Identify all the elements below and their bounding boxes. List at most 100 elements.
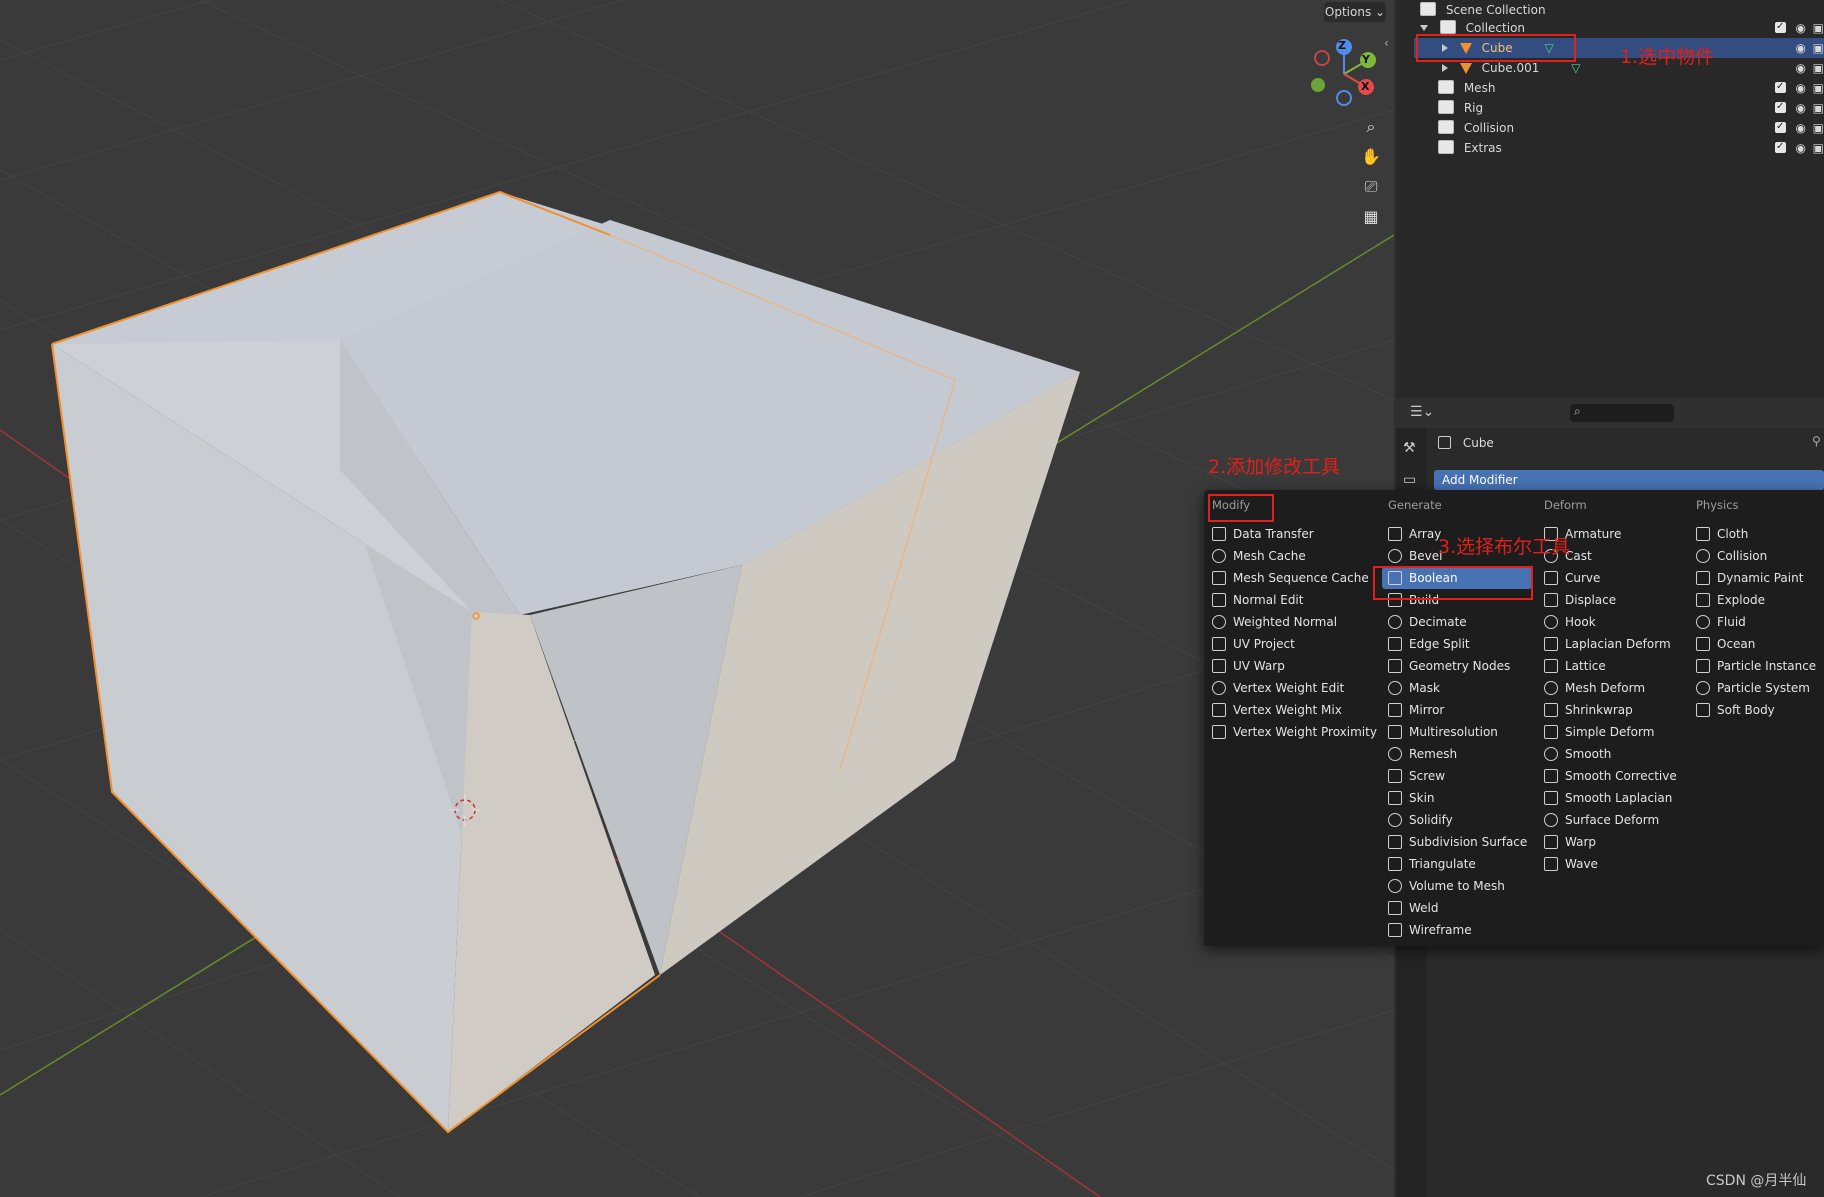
menu-item-screw[interactable]: Screw: [1382, 765, 1532, 787]
checkbox-icon[interactable]: [1775, 77, 1786, 97]
eye-icon[interactable]: ◉: [1796, 98, 1806, 118]
menu-item-triangulate[interactable]: Triangulate: [1382, 853, 1532, 875]
3d-viewport[interactable]: Options ⌄ ‹ Z Y X ⌕ ✋ ⎚ ▦: [0, 0, 1394, 1197]
menu-item-label: Simple Deform: [1565, 725, 1655, 739]
checkbox-icon[interactable]: [1775, 97, 1786, 117]
camera-icon[interactable]: ▣: [1813, 118, 1824, 138]
camera-icon[interactable]: ▣: [1813, 78, 1824, 98]
checkbox-icon[interactable]: [1775, 117, 1786, 137]
menu-item-soft-body[interactable]: Soft Body: [1690, 699, 1814, 721]
menu-item-uv-warp[interactable]: UV Warp: [1206, 655, 1366, 677]
navigation-gizmo[interactable]: [1304, 36, 1394, 110]
menu-item-label: Normal Edit: [1233, 593, 1304, 607]
annotation-step2: 2.添加修改工具: [1208, 456, 1341, 478]
render-tab-icon[interactable]: ▭: [1403, 472, 1416, 488]
menu-item-simple-deform[interactable]: Simple Deform: [1538, 721, 1686, 743]
camera-view-icon[interactable]: ⎚: [1358, 174, 1384, 200]
outliner-row-rig[interactable]: Rig ◉ ▣: [1438, 97, 1824, 118]
camera-icon[interactable]: ▣: [1813, 18, 1824, 38]
menu-item-decimate[interactable]: Decimate: [1382, 611, 1532, 633]
eye-icon[interactable]: ◉: [1796, 78, 1806, 98]
menu-item-mirror[interactable]: Mirror: [1382, 699, 1532, 721]
menu-item-label: Decimate: [1409, 615, 1467, 629]
menu-item-label: Armature: [1565, 527, 1622, 541]
pin-icon[interactable]: ⚲: [1812, 434, 1821, 448]
outliner-row-extras[interactable]: Extras ◉ ▣: [1438, 137, 1824, 158]
menu-item-laplacian-deform[interactable]: Laplacian Deform: [1538, 633, 1686, 655]
menu-item-vertex-weight-mix[interactable]: Vertex Weight Mix: [1206, 699, 1366, 721]
menu-item-solidify[interactable]: Solidify: [1382, 809, 1532, 831]
volume-to-mesh-icon: [1388, 879, 1402, 893]
menu-item-explode[interactable]: Explode: [1690, 589, 1814, 611]
menu-item-smooth[interactable]: Smooth: [1538, 743, 1686, 765]
menu-item-weighted-normal[interactable]: Weighted Normal: [1206, 611, 1366, 633]
menu-item-label: Smooth: [1565, 747, 1612, 761]
hand-pan-icon[interactable]: ✋: [1358, 144, 1384, 170]
menu-item-hook[interactable]: Hook: [1538, 611, 1686, 633]
menu-item-wireframe[interactable]: Wireframe: [1382, 919, 1532, 941]
menu-item-mesh-sequence-cache[interactable]: Mesh Sequence Cache: [1206, 567, 1369, 589]
menu-item-edge-split[interactable]: Edge Split: [1382, 633, 1532, 655]
outliner-row-collision[interactable]: Collision ◉ ▣: [1438, 117, 1824, 138]
menu-item-dynamic-paint[interactable]: Dynamic Paint: [1690, 567, 1814, 589]
menu-item-vertex-weight-proximity[interactable]: Vertex Weight Proximity: [1206, 721, 1377, 743]
menu-item-geometry-nodes[interactable]: Geometry Nodes: [1382, 655, 1532, 677]
checkbox-icon[interactable]: [1775, 137, 1786, 157]
menu-item-remesh[interactable]: Remesh: [1382, 743, 1532, 765]
particle-system-icon: [1696, 681, 1710, 695]
menu-item-surface-deform[interactable]: Surface Deform: [1538, 809, 1686, 831]
menu-item-skin[interactable]: Skin: [1382, 787, 1532, 809]
menu-item-smooth-corrective[interactable]: Smooth Corrective: [1538, 765, 1686, 787]
menu-item-weld[interactable]: Weld: [1382, 897, 1532, 919]
menu-item-vertex-weight-edit[interactable]: Vertex Weight Edit: [1206, 677, 1366, 699]
add-modifier-button[interactable]: Add Modifier: [1434, 470, 1824, 490]
eye-icon[interactable]: ◉: [1796, 118, 1806, 138]
menu-item-particle-system[interactable]: Particle System: [1690, 677, 1814, 699]
menu-item-mesh-cache[interactable]: Mesh Cache: [1206, 545, 1366, 567]
grid-perspective-icon[interactable]: ▦: [1358, 204, 1384, 230]
zoom-icon[interactable]: ⌕: [1358, 114, 1384, 140]
menu-item-label: Fluid: [1717, 615, 1746, 629]
menu-item-ocean[interactable]: Ocean: [1690, 633, 1814, 655]
menu-item-mesh-deform[interactable]: Mesh Deform: [1538, 677, 1686, 699]
menu-item-displace[interactable]: Displace: [1538, 589, 1686, 611]
eye-icon[interactable]: ◉: [1796, 18, 1806, 38]
menu-item-wave[interactable]: Wave: [1538, 853, 1686, 875]
checkbox-icon[interactable]: [1775, 17, 1786, 37]
menu-item-label: Shrinkwrap: [1565, 703, 1633, 717]
camera-icon[interactable]: ▣: [1813, 98, 1824, 118]
data-transfer-icon: [1212, 527, 1226, 541]
menu-item-fluid[interactable]: Fluid: [1690, 611, 1814, 633]
outliner-row-mesh[interactable]: Mesh ◉ ▣: [1438, 77, 1824, 98]
editor-type-icon[interactable]: ☰⌄: [1410, 404, 1434, 420]
annotation-box-select-object: [1416, 34, 1576, 62]
menu-item-multiresolution[interactable]: Multiresolution: [1382, 721, 1532, 743]
camera-icon[interactable]: ▣: [1813, 138, 1824, 158]
menu-item-lattice[interactable]: Lattice: [1538, 655, 1686, 677]
menu-item-smooth-laplacian[interactable]: Smooth Laplacian: [1538, 787, 1686, 809]
eye-icon[interactable]: ◉: [1796, 38, 1806, 58]
menu-item-collision[interactable]: Collision: [1690, 545, 1814, 567]
menu-item-particle-instance[interactable]: Particle Instance: [1690, 655, 1816, 677]
menu-item-subdivision-surface[interactable]: Subdivision Surface: [1382, 831, 1532, 853]
camera-icon[interactable]: ▣: [1813, 38, 1824, 58]
eye-icon[interactable]: ◉: [1796, 58, 1806, 78]
properties-search-input[interactable]: ⌕: [1570, 404, 1674, 422]
menu-item-warp[interactable]: Warp: [1538, 831, 1686, 853]
menu-item-uv-project[interactable]: UV Project: [1206, 633, 1366, 655]
menu-item-shrinkwrap[interactable]: Shrinkwrap: [1538, 699, 1686, 721]
object-icon: [1438, 436, 1451, 449]
menu-item-normal-edit[interactable]: Normal Edit: [1206, 589, 1366, 611]
menu-item-mask[interactable]: Mask: [1382, 677, 1532, 699]
menu-item-cloth[interactable]: Cloth: [1690, 523, 1814, 545]
outliner-scene-collection[interactable]: Scene Collection: [1420, 0, 1820, 20]
eye-icon[interactable]: ◉: [1796, 138, 1806, 158]
menu-item-data-transfer[interactable]: Data Transfer: [1206, 523, 1366, 545]
vertex-weight-mix-icon: [1212, 703, 1226, 717]
options-button[interactable]: Options ⌄: [1324, 2, 1386, 22]
menu-item-curve[interactable]: Curve: [1538, 567, 1686, 589]
tool-tab-icon[interactable]: ⚒: [1403, 440, 1416, 456]
camera-icon[interactable]: ▣: [1813, 58, 1824, 78]
menu-item-label: Particle System: [1717, 681, 1810, 695]
menu-item-volume-to-mesh[interactable]: Volume to Mesh: [1382, 875, 1532, 897]
